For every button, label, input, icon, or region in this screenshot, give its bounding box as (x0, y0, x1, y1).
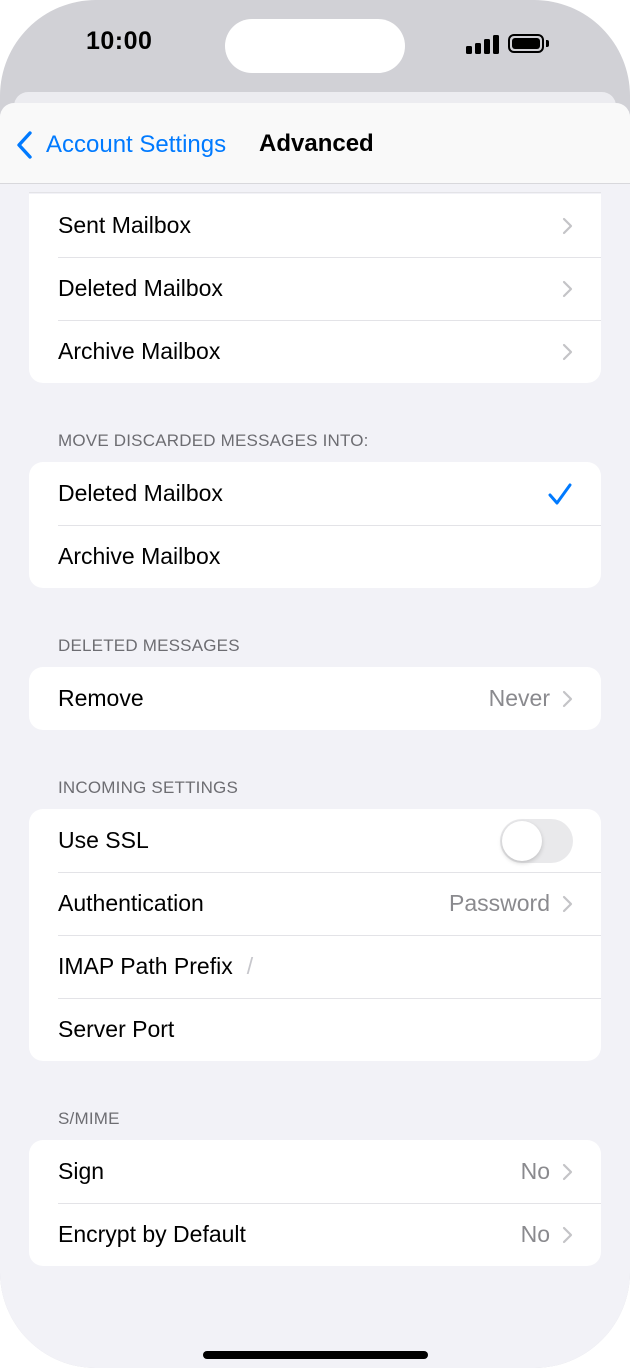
row-value: No (520, 1221, 550, 1247)
use-ssl-row: Use SSL (29, 809, 601, 872)
row-label: Authentication (58, 890, 204, 916)
row-label: Sign (58, 1158, 105, 1184)
status-bar: 10:00 (0, 0, 630, 100)
chevron-right-icon (562, 343, 573, 360)
dynamic-island (225, 19, 405, 73)
battery-cap (546, 40, 549, 47)
server-port-row[interactable]: Server Port (29, 998, 601, 1061)
chevron-right-icon (562, 1163, 573, 1180)
chevron-left-icon (17, 131, 32, 159)
imap-path-prefix-field[interactable]: / (247, 953, 253, 980)
toggle-knob (502, 820, 542, 861)
cellular-signal-icon (466, 34, 500, 54)
row-label: Sent Mailbox (58, 212, 191, 238)
row-label: Deleted Mailbox (58, 275, 223, 301)
discard-option-deleted[interactable]: Deleted Mailbox (29, 462, 601, 525)
page-title: Advanced (259, 130, 374, 157)
checkmark-icon (548, 483, 572, 504)
incoming-settings-group: Use SSL Authentication Password IMAP Pat… (29, 809, 601, 1061)
row-value: Password (449, 890, 550, 916)
section-header-discard: MOVE DISCARDED MESSAGES INTO: (58, 431, 369, 450)
phone-screen: 10:00 Account Settings Advanced Sent Mai… (0, 0, 630, 1368)
discard-group: Deleted Mailbox Archive Mailbox (29, 462, 601, 588)
row-label: Archive Mailbox (58, 338, 221, 364)
back-label: Account Settings (46, 131, 227, 158)
clipped-row-divider (29, 192, 601, 193)
smime-group: Sign No Encrypt by Default No (29, 1140, 601, 1266)
battery-icon (508, 34, 544, 53)
row-label: Remove (58, 685, 144, 711)
section-header-incoming: INCOMING SETTINGS (58, 778, 239, 797)
row-value: Never (488, 685, 550, 711)
encrypt-by-default-row[interactable]: Encrypt by Default No (29, 1203, 601, 1266)
section-header-deleted-messages: DELETED MESSAGES (58, 636, 240, 655)
row-label: Encrypt by Default (58, 1221, 246, 1247)
authentication-row[interactable]: Authentication Password (29, 872, 601, 935)
chevron-right-icon (562, 217, 573, 234)
row-label: IMAP Path Prefix (58, 953, 233, 979)
sign-row[interactable]: Sign No (29, 1140, 601, 1203)
archive-mailbox-row[interactable]: Archive Mailbox (29, 320, 601, 383)
mailbox-group: Sent Mailbox Deleted Mailbox Archive Mai… (29, 194, 601, 383)
settings-sheet: Account Settings Advanced Sent Mailbox D… (0, 103, 630, 1368)
row-label: Archive Mailbox (58, 543, 221, 569)
row-label: Deleted Mailbox (58, 480, 223, 506)
chevron-right-icon (562, 690, 573, 707)
use-ssl-toggle[interactable] (500, 818, 573, 863)
chevron-right-icon (562, 280, 573, 297)
section-header-smime: S/MIME (58, 1109, 120, 1128)
imap-path-prefix-row[interactable]: IMAP Path Prefix / (29, 935, 601, 998)
back-button[interactable]: Account Settings (14, 125, 226, 165)
navigation-bar: Account Settings Advanced (0, 103, 630, 184)
chevron-right-icon (562, 1226, 573, 1243)
discard-option-archive[interactable]: Archive Mailbox (29, 525, 601, 588)
chevron-right-icon (562, 895, 573, 912)
remove-row[interactable]: Remove Never (29, 667, 601, 730)
deleted-messages-group: Remove Never (29, 667, 601, 730)
status-time: 10:00 (86, 27, 153, 55)
deleted-mailbox-row[interactable]: Deleted Mailbox (29, 257, 601, 320)
sent-mailbox-row[interactable]: Sent Mailbox (29, 194, 601, 257)
row-label: Use SSL (58, 827, 149, 853)
home-indicator[interactable] (203, 1351, 428, 1359)
row-value: No (520, 1158, 550, 1184)
row-label: Server Port (58, 1016, 175, 1042)
